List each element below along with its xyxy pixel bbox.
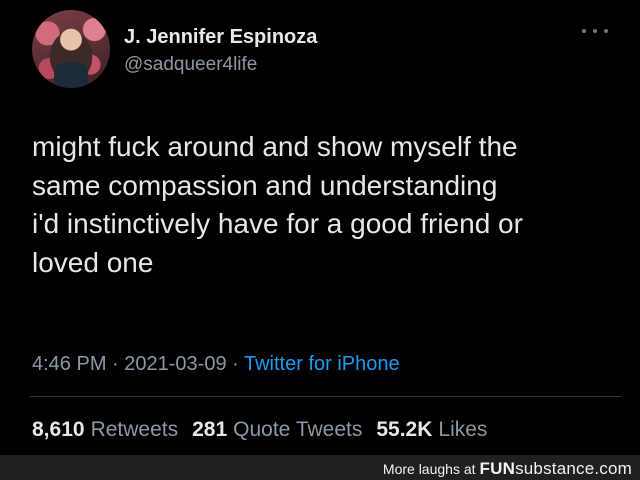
tweet-meta: 4:46 PM · 2021-03-09 · Twitter for iPhon… — [32, 353, 400, 376]
author-display-name[interactable]: J. Jennifer Espinoza — [124, 26, 317, 49]
quote-tweets-count: 281 — [192, 418, 228, 441]
tweet-text-line: loved one — [32, 246, 154, 278]
retweets-label: Retweets — [90, 418, 179, 441]
likes-label: Likes — [438, 418, 488, 441]
watermark-brand-bold: FUN — [479, 459, 516, 478]
likes-count: 55.2K — [376, 418, 433, 441]
tweet-text-line: same compassion and understanding — [32, 169, 498, 201]
more-horizontal-icon[interactable] — [582, 26, 608, 36]
retweets-stat[interactable]: 8,610 Retweets — [32, 418, 178, 442]
more-dot — [582, 29, 586, 33]
tweet-text-line: i'd instinctively have for a good friend… — [32, 208, 523, 239]
tweet-source-link[interactable]: Twitter for iPhone — [244, 353, 400, 375]
more-dot — [604, 29, 608, 33]
tweet-text: might fuck around and show myself the sa… — [32, 128, 622, 282]
watermark-prefix: More laughs at — [382, 461, 476, 477]
quote-tweets-label: Quote Tweets — [233, 418, 363, 441]
watermark-brand-rest: substance.com — [515, 459, 632, 478]
avatar-figure — [54, 62, 88, 88]
meta-separator: · — [226, 353, 244, 375]
meta-separator: · — [106, 353, 125, 375]
author-handle[interactable]: @sadqueer4life — [124, 54, 257, 76]
watermark-footer: More laughs at FUNsubstance.com — [0, 455, 640, 480]
likes-stat[interactable]: 55.2K Likes — [376, 418, 487, 442]
tweet-date[interactable]: 2021-03-09 — [124, 353, 226, 375]
watermark-brand: FUNsubstance.com — [480, 459, 632, 479]
more-dot — [593, 29, 597, 33]
tweet-text-line: might fuck around and show myself the — [32, 131, 518, 162]
watermark[interactable]: More laughs at FUNsubstance.com — [383, 459, 632, 479]
tweet-time[interactable]: 4:46 PM — [32, 353, 106, 375]
retweets-count: 8,610 — [32, 418, 85, 441]
tweet-stats: 8,610 Retweets 281 Quote Tweets 55.2K Likes — [32, 418, 487, 442]
avatar[interactable] — [32, 10, 110, 88]
divider — [30, 396, 622, 397]
quote-tweets-stat[interactable]: 281 Quote Tweets — [192, 418, 362, 442]
